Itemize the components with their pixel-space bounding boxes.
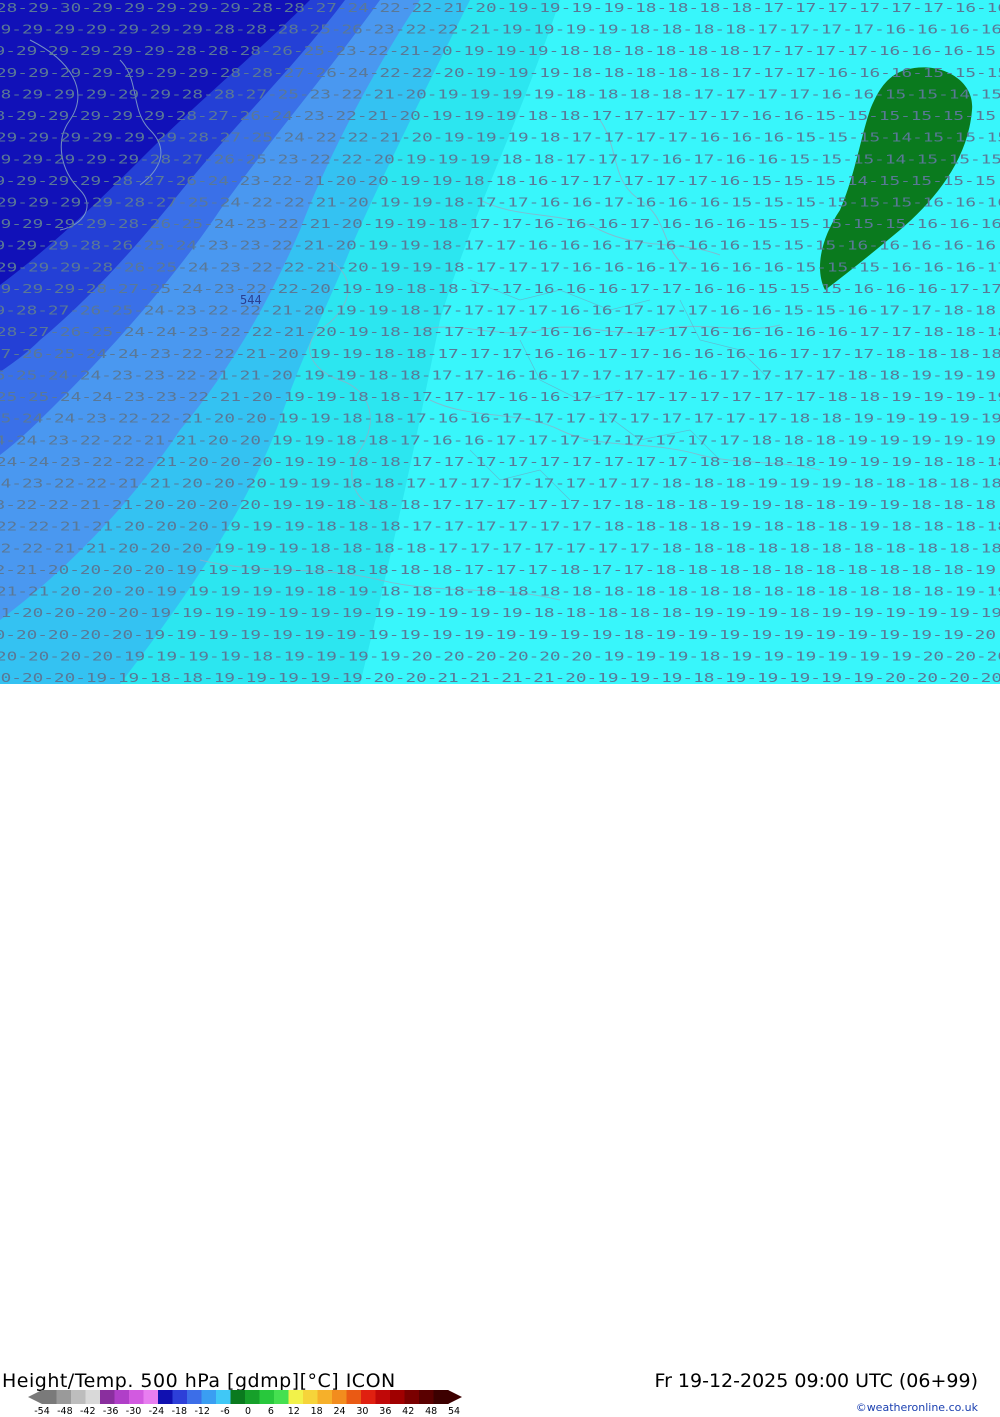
legend-swatch (42, 1390, 57, 1404)
legend-swatch (404, 1390, 420, 1404)
legend-tick: 42 (402, 1406, 415, 1417)
contour-label-row: 25-24-24-23-22-22-21-20-20-19-19-18-18-1… (0, 412, 1000, 426)
legend-tick: -54 (34, 1406, 50, 1417)
contour-label-row: 29-29-29-28-27-25-24-23-22-22-20-19-19-1… (0, 282, 1000, 296)
legend-tick: 6 (267, 1406, 274, 1417)
contour-label-row: 24-24-23-22-22-21-20-20-20-19-19-18-18-1… (0, 455, 1000, 469)
legend-tick: 30 (356, 1406, 369, 1417)
contour-label-row: 24-23-22-22-21-21-20-20-20-19-19-18-18-1… (0, 476, 1000, 490)
legend-swatch (361, 1390, 376, 1404)
legend-swatch (85, 1390, 101, 1404)
contour-label-row: 21-20-20-20-20-19-19-19-19-19-19-19-19-1… (0, 606, 1000, 620)
legend-swatch (71, 1390, 86, 1404)
contour-label-row: 24-24-23-22-22-21-21-20-20-19-19-18-18-1… (0, 433, 996, 447)
legend-swatch (259, 1390, 275, 1404)
legend-tick: 12 (287, 1406, 300, 1417)
legend-swatch (114, 1390, 130, 1404)
legend-swatch (274, 1390, 289, 1404)
legend-tick: 48 (425, 1406, 438, 1417)
legend-swatch (172, 1390, 188, 1404)
legend-swatch (143, 1390, 159, 1404)
geopotential-height-label: 544 (240, 293, 262, 307)
legend-tick: -24 (148, 1406, 165, 1417)
legend-swatch (346, 1390, 362, 1404)
contour-label-row: 29-29-29-29-28-27-26-24-23-22-21-20-20-1… (0, 174, 996, 188)
legend-tick: 0 (244, 1406, 252, 1417)
contour-label-row: 28-29-29-29-29-29-28-27-26-24-23-22-21-2… (0, 109, 996, 123)
contour-label-row: 26-25-24-24-23-23-22-21-21-20-19-19-18-1… (0, 368, 996, 382)
contour-label-row: 29-28-27-26-25-24-23-22-22-21-20-19-19-1… (0, 304, 996, 318)
contour-label-row: 20-20-20-19-19-18-18-19-19-19-19-19-20-2… (0, 671, 1000, 684)
credit-link[interactable]: ©weatheronline.co.uk (856, 1401, 978, 1414)
contour-label-row: 22-22-21-21-20-20-20-19-19-19-18-18-18-1… (0, 520, 1000, 534)
contour-label-row: 29-29-29-28-26-25-24-23-22-22-21-20-19-1… (0, 260, 1000, 274)
legend-swatch (390, 1390, 405, 1404)
contour-label-row: 28-29-29-29-29-29-28-28-27-25-23-22-21-2… (0, 87, 1000, 101)
map-canvas: 28-29-30-29-29-29-29-29-28-28-27-24-22-2… (0, 0, 1000, 684)
forecast-datetime: Fr 19-12-2025 09:00 UTC (06+99) (654, 1370, 978, 1392)
legend-swatch (201, 1390, 217, 1404)
contour-label-row: 29-29-29-29-28-26-25-24-23-22-21-20-19-1… (0, 217, 1000, 231)
legend-tick: -12 (194, 1406, 210, 1417)
legend-swatch (303, 1390, 318, 1404)
legend-tick: -30 (125, 1406, 142, 1417)
legend-swatch (100, 1390, 115, 1404)
legend-swatch (332, 1390, 347, 1404)
contour-label-row: 29-29-29-29-29-28-27-26-25-23-22-22-20-1… (0, 152, 1000, 166)
legend-swatch (288, 1390, 304, 1404)
legend-tick: 36 (379, 1406, 392, 1417)
legend-arrow-right (448, 1390, 462, 1404)
contour-label-row: 29-29-29-29-29-29-29-28-28-28-25-26-23-2… (0, 23, 1000, 37)
contour-label-row: 29-29-29-29-29-29-29-28-28-27-26-24-22-2… (0, 66, 1000, 80)
map-title: Height/Temp. 500 hPa [gdmp][°C] ICON (2, 1370, 396, 1392)
legend-tick: -48 (57, 1406, 73, 1417)
legend-swatch (375, 1390, 391, 1404)
contour-label-row: 20-20-20-20-19-19-19-19-18-19-19-19-19-2… (0, 649, 1000, 663)
contour-label-row: 28-27-26-25-24-24-23-22-22-21-20-19-18-1… (0, 325, 1000, 339)
legend-tick: 24 (333, 1406, 346, 1417)
legend-tick: 54 (447, 1406, 461, 1417)
contour-label-row: 29-29-29-28-26-25-24-23-23-22-21-20-19-1… (0, 239, 996, 253)
legend-swatch (129, 1390, 144, 1404)
legend-swatch (245, 1390, 260, 1404)
legend-tick: -42 (80, 1406, 96, 1417)
weather-map: 28-29-30-29-29-29-29-29-28-28-27-24-22-2… (0, 0, 1000, 684)
color-legend: -54 -48 -42 -36 -30 -24 -18 -12 -6 0 6 12 18 24 30 36 42… (28, 1390, 462, 1417)
legend-color-bar (28, 1390, 462, 1404)
contour-label-row: 25-25-24-24-23-23-22-21-20-19-19-18-18-1… (0, 390, 1000, 404)
legend-swatch (216, 1390, 231, 1404)
contour-label-row: 20-20-20-20-20-19-19-19-19-19-19-19-19-1… (0, 628, 996, 642)
legend-swatch (433, 1390, 449, 1404)
legend-swatch (317, 1390, 333, 1404)
contour-label-row: 29-29-29-29-29-29-28-28-28-26-25-23-22-2… (0, 44, 996, 58)
contour-label-row: 29-29-29-29-29-29-28-27-25-24-22-22-21-2… (0, 131, 1000, 145)
contour-label-row: 28-29-30-29-29-29-29-29-28-28-27-24-22-2… (0, 1, 1000, 15)
legend-swatch (230, 1390, 246, 1404)
contour-label-row: 27-26-25-24-24-23-22-22-21-20-19-19-18-1… (0, 347, 1000, 361)
legend-tick: -18 (171, 1406, 188, 1417)
legend-swatch (158, 1390, 173, 1404)
legend-swatch (56, 1390, 72, 1404)
map-footer: Height/Temp. 500 hPa [gdmp][°C] ICON Fr … (0, 684, 1000, 1417)
contour-label-row: 29-29-29-29-28-27-25-24-22-22-21-20-19-1… (0, 196, 1000, 210)
legend-tick: -36 (102, 1406, 119, 1417)
legend-swatch (419, 1390, 434, 1404)
legend-arrow-left (28, 1390, 42, 1404)
contour-label-row: 22-22-21-21-20-20-20-19-19-19-18-18-18-1… (0, 541, 1000, 555)
contour-label-row: 22-21-20-20-20-20-19-19-19-19-18-18-18-1… (0, 563, 996, 577)
legend-tick: 18 (310, 1406, 323, 1417)
contour-label-row: 23-22-22-21-21-20-20-20-20-19-19-18-18-1… (0, 498, 996, 512)
legend-tick-labels: -54 -48 -42 -36 -30 -24 -18 -12 -6 0 6 12 18 24 30 36 42… (28, 1406, 462, 1417)
legend-swatch (187, 1390, 202, 1404)
contour-label-row: 21-21-20-20-20-19-19-19-19-19-18-19-18-1… (0, 585, 1000, 599)
legend-tick: -6 (220, 1406, 230, 1417)
